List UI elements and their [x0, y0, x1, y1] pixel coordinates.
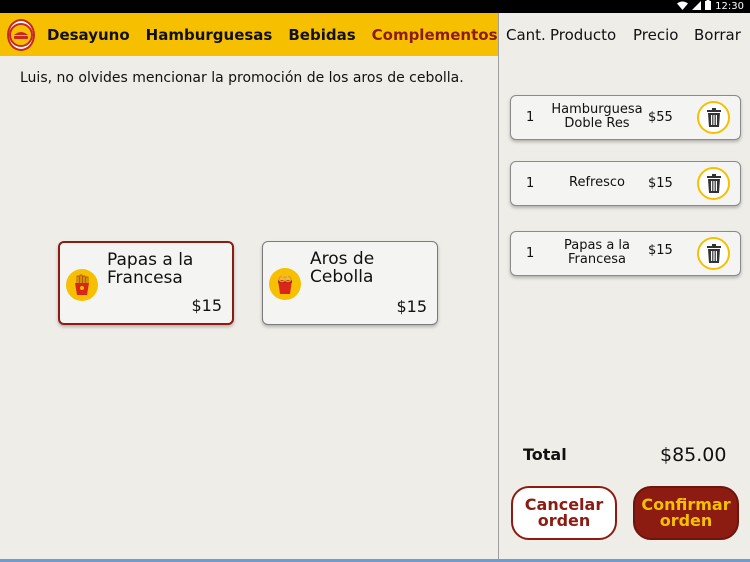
cart-item-name: Papas a la Francesa	[563, 238, 631, 267]
trash-icon	[706, 243, 721, 263]
tab-complementos[interactable]: Complementos	[372, 26, 498, 44]
cancel-order-button[interactable]: Cancelar orden	[511, 486, 617, 540]
cart-item: 1 Refresco $15	[510, 161, 741, 206]
cart-item-price: $15	[648, 176, 673, 191]
cart-item-qty: 1	[526, 110, 535, 125]
cart-item: 1 Papas a la Francesa $15	[510, 231, 741, 276]
trash-icon	[706, 107, 721, 127]
onion-rings-icon	[269, 268, 301, 300]
cart-item-name: Refresco	[569, 175, 625, 190]
cart-item: 1 Hamburguesa Doble Res $55	[510, 95, 741, 140]
product-price: $15	[191, 296, 222, 315]
tab-desayuno[interactable]: Desayuno	[47, 26, 130, 44]
status-time: 12:30	[715, 1, 744, 12]
status-bar: 12:30	[0, 0, 750, 13]
logo-emblem	[9, 22, 33, 47]
tab-hamburguesas[interactable]: Hamburguesas	[146, 26, 273, 44]
header-delete: Borrar	[694, 25, 741, 44]
battery-icon	[705, 0, 712, 13]
cancel-order-label: Cancelar orden	[524, 495, 604, 530]
cart-item-qty: 1	[526, 176, 535, 191]
signal-icon	[692, 0, 702, 13]
wifi-icon	[677, 1, 689, 13]
promo-notice: Luis, no olvides mencionar la promoción …	[20, 70, 464, 86]
product-card-aros[interactable]: Aros de Cebolla $15	[262, 241, 438, 325]
total-value: $85.00	[660, 444, 727, 466]
fries-icon	[66, 269, 98, 301]
cart-item-price: $15	[648, 243, 673, 258]
header-product: Producto	[550, 25, 617, 44]
header-qty: Cant.	[506, 25, 546, 44]
tab-bebidas[interactable]: Bebidas	[288, 26, 355, 44]
total-label: Total	[523, 445, 567, 464]
delete-item-button[interactable]	[697, 101, 730, 134]
cart-header: Cant. Producto Precio Borrar	[499, 13, 750, 56]
category-nav: Desayuno Hamburguesas Bebidas Complement…	[0, 13, 498, 56]
header-price: Precio	[633, 25, 679, 44]
product-name: Papas a la Francesa	[107, 250, 194, 288]
brand-logo	[7, 18, 35, 51]
cart-item-price: $55	[648, 110, 673, 125]
confirm-order-label: Confirmar orden	[641, 495, 731, 530]
product-price: $15	[396, 297, 427, 316]
delete-item-button[interactable]	[697, 167, 730, 200]
panel-divider	[498, 13, 499, 562]
delete-item-button[interactable]	[697, 237, 730, 270]
cart-item-qty: 1	[526, 246, 535, 261]
cart-item-name: Hamburguesa Doble Res	[551, 102, 643, 131]
trash-icon	[706, 173, 721, 193]
confirm-order-button[interactable]: Confirmar orden	[633, 486, 739, 540]
product-name: Aros de Cebolla	[310, 249, 375, 287]
product-card-papas[interactable]: Papas a la Francesa $15	[58, 241, 234, 325]
